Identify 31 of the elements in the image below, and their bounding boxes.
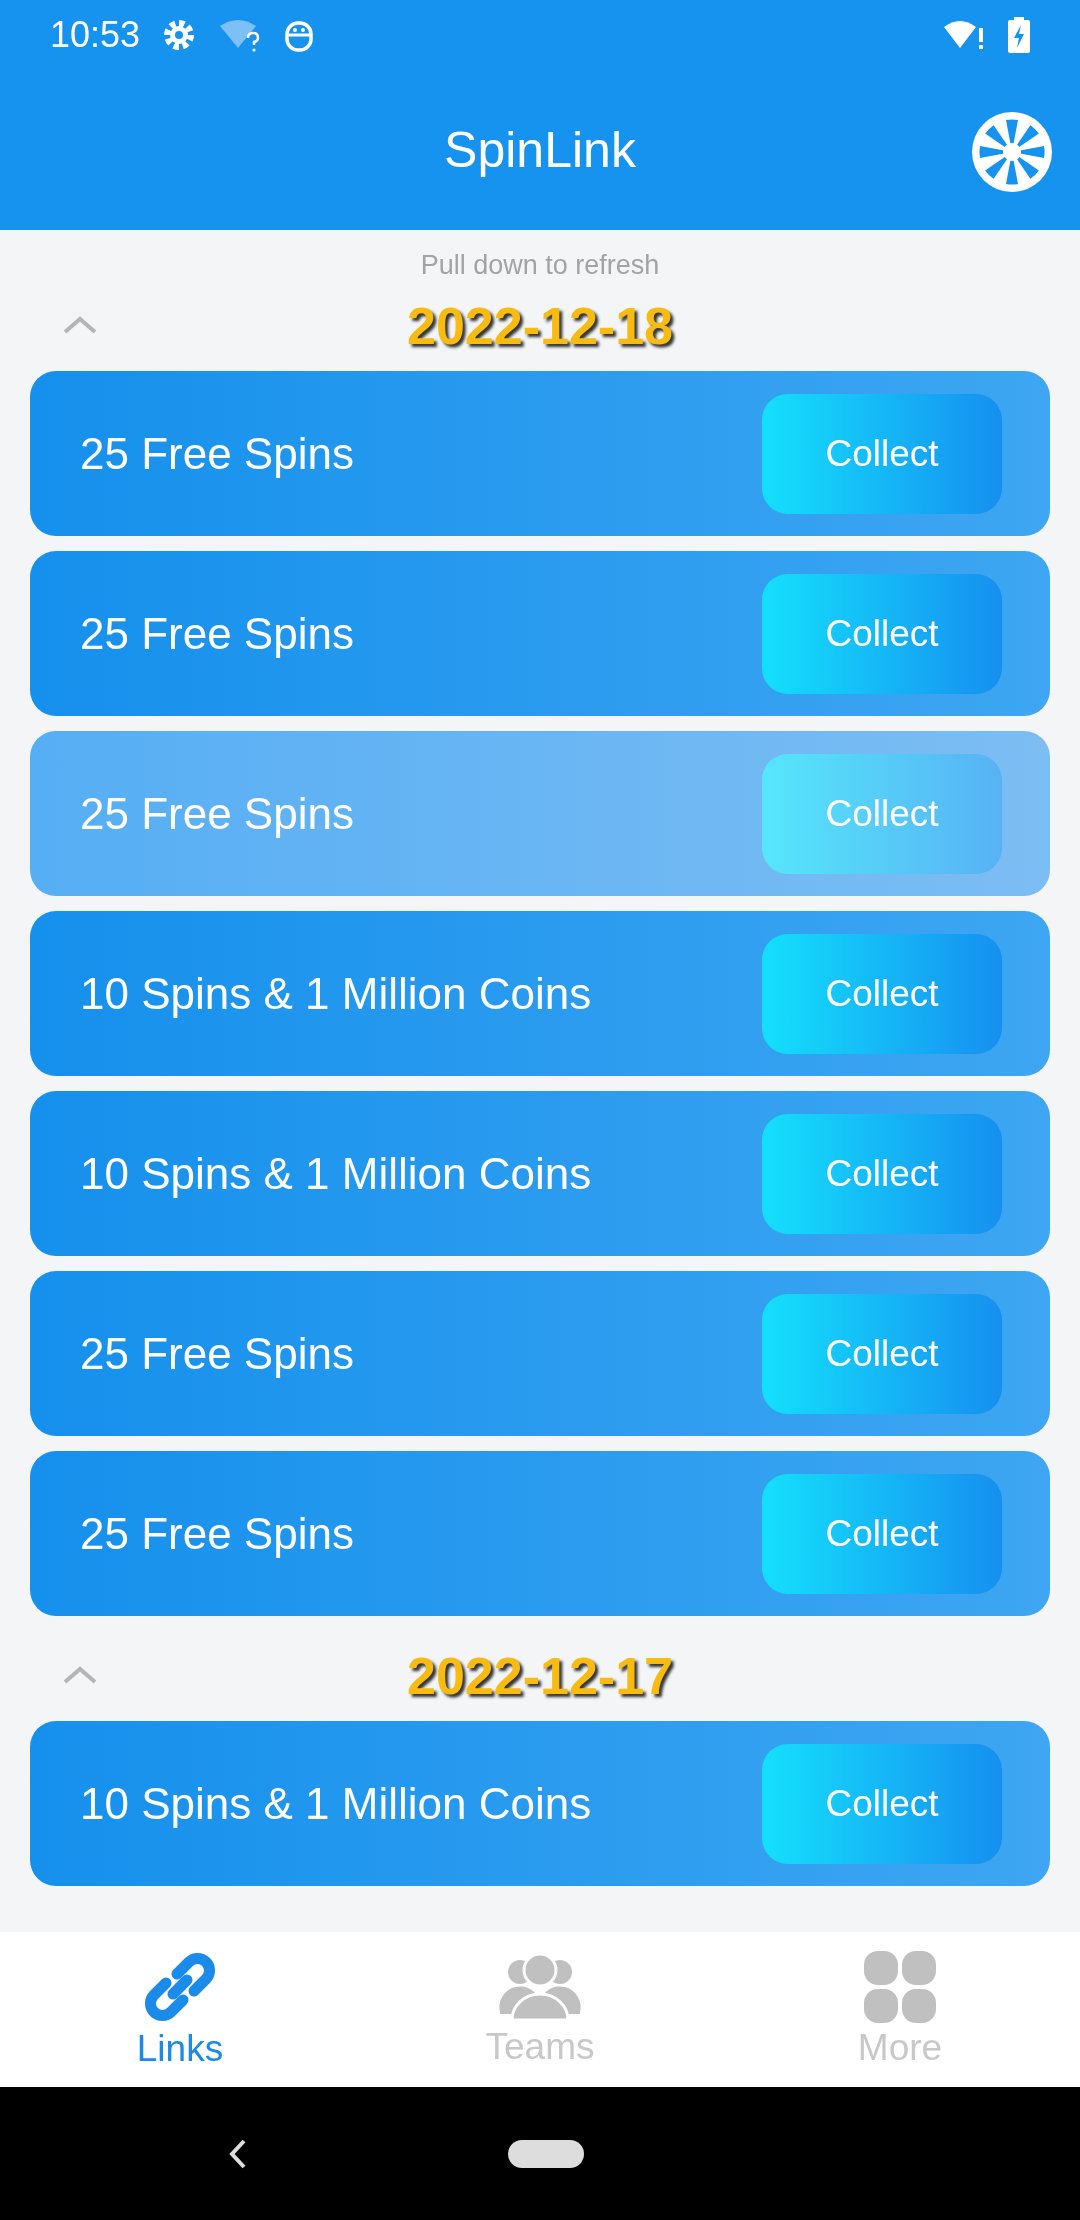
reward-label: 25 Free Spins	[80, 428, 354, 479]
back-icon[interactable]	[228, 2137, 248, 2170]
collect-button[interactable]: Collect	[762, 393, 1002, 514]
chevron-icon[interactable]	[62, 1665, 98, 1685]
collect-button[interactable]: Collect	[762, 1473, 1002, 1594]
collect-button[interactable]: Collect	[762, 1743, 1002, 1864]
collect-button[interactable]: Collect	[762, 573, 1002, 694]
status-time: 10:53	[50, 14, 141, 56]
date-heading: 2022-12-17	[407, 1646, 673, 1706]
app-title: SpinLink	[444, 121, 636, 179]
wheel-icon[interactable]	[972, 112, 1052, 192]
wifi-alert-icon	[944, 18, 986, 52]
reward-label: 25 Free Spins	[80, 608, 354, 659]
grid-icon	[864, 1950, 936, 2023]
reward-label: 25 Free Spins	[80, 1328, 354, 1379]
collect-button[interactable]: Collect	[762, 933, 1002, 1054]
gear-icon	[162, 18, 197, 52]
reward-label: 25 Free Spins	[80, 1508, 354, 1559]
collect-button[interactable]: Collect	[762, 1113, 1002, 1234]
reward-label: 10 Spins & 1 Million Coins	[80, 1778, 592, 1829]
collect-button[interactable]: Collect	[762, 1293, 1002, 1414]
chevron-icon[interactable]	[62, 315, 98, 335]
refresh-hint: Pull down to refresh	[419, 250, 661, 281]
date-heading: 2022-12-18	[407, 296, 673, 356]
reward-label: 25 Free Spins	[80, 788, 354, 839]
home-handle[interactable]	[508, 2139, 584, 2168]
nav-tab[interactable]: Links	[0, 1932, 360, 2087]
reward-label: 10 Spins & 1 Million Coins	[80, 968, 592, 1019]
collect-button[interactable]: Collect	[762, 753, 1002, 874]
reward-label: 10 Spins & 1 Million Coins	[80, 1148, 592, 1199]
battery-icon	[1008, 17, 1030, 53]
